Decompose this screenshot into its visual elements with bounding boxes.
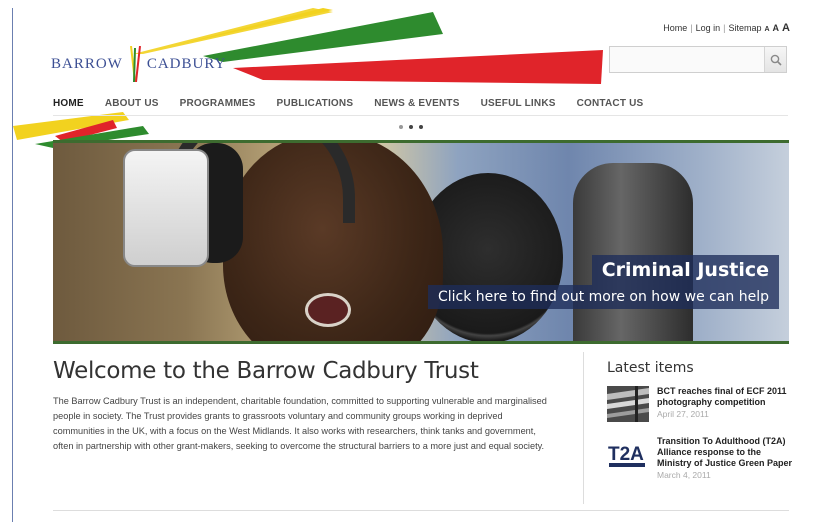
logo-text-left: BARROW	[51, 55, 123, 72]
banner-photo-microphone-stand	[573, 163, 693, 341]
login-link[interactable]: Log in	[696, 23, 721, 33]
search-icon	[770, 54, 782, 66]
latest-items: Latest items BCT reaches final of ECF 20…	[607, 360, 797, 494]
latest-item-title[interactable]: BCT reaches final of ECF 2011 photograph…	[657, 386, 797, 408]
text-size-medium-button[interactable]: A	[773, 23, 780, 33]
separator: |	[690, 23, 693, 33]
slider-pager	[399, 125, 423, 129]
banner-title[interactable]: Criminal Justice	[591, 255, 779, 285]
search-input[interactable]	[610, 47, 764, 72]
utility-links: Home | Log in | Sitemap A A A	[663, 22, 790, 34]
site-logo[interactable]: BARROW CADBURY	[51, 45, 227, 83]
text-size-small-button[interactable]: A	[764, 26, 769, 33]
nav-contact-us[interactable]: CONTACT US	[577, 98, 644, 109]
logo-text-right: CADBURY	[146, 55, 227, 72]
separator: |	[723, 23, 726, 33]
welcome-title: Welcome to the Barrow Cadbury Trust	[53, 358, 479, 384]
nav-programmes[interactable]: PROGRAMMES	[180, 98, 256, 109]
svg-text:T2A: T2A	[608, 444, 644, 465]
latest-item-date: April 27, 2011	[657, 409, 709, 419]
slider-dot[interactable]	[419, 125, 423, 129]
slider-dot-active[interactable]	[409, 125, 413, 129]
t2a-logo-icon[interactable]: T2A	[607, 436, 649, 472]
search-box	[609, 46, 787, 73]
nav-about-us[interactable]: ABOUT US	[105, 98, 159, 109]
latest-heading: Latest items	[607, 360, 694, 376]
column-divider	[583, 352, 584, 504]
hero-banner[interactable]: Criminal Justice Click here to find out …	[53, 140, 789, 344]
green-stripe	[203, 12, 443, 62]
slider-dot[interactable]	[399, 125, 403, 129]
photo-thumbnail-icon[interactable]	[607, 386, 649, 422]
nav-home[interactable]: HOME	[53, 98, 84, 109]
nav-news-events[interactable]: NEWS & EVENTS	[374, 98, 459, 109]
welcome-body: The Barrow Cadbury Trust is an independe…	[53, 396, 547, 451]
banner-photo-headphone	[123, 149, 209, 267]
home-link[interactable]: Home	[663, 23, 687, 33]
sitemap-link[interactable]: Sitemap	[728, 23, 761, 33]
banner-subtitle[interactable]: Click here to find out more on how we ca…	[427, 285, 779, 309]
nav-useful-links[interactable]: USEFUL LINKS	[481, 98, 556, 109]
latest-item-title[interactable]: Transition To Adulthood (T2A) Alliance r…	[657, 436, 797, 469]
red-stripe	[233, 50, 603, 84]
latest-item-date: March 4, 2011	[657, 470, 711, 480]
logo-mark-icon	[127, 45, 143, 83]
text-size-large-button[interactable]: A	[782, 22, 790, 34]
search-button[interactable]	[764, 47, 786, 72]
page-frame: BARROW CADBURY Home | Log in | Sitemap A…	[12, 8, 818, 522]
main-nav: HOME ABOUT US PROGRAMMES PUBLICATIONS NE…	[53, 92, 788, 116]
list-item[interactable]: T2A Transition To Adulthood (T2A) Allian…	[607, 436, 797, 480]
welcome-section: Welcome to the Barrow Cadbury Trust The …	[53, 358, 553, 454]
banner-photo-mouth	[305, 293, 351, 327]
footer-divider	[53, 510, 789, 511]
red-stripe-lower	[55, 120, 117, 142]
nav-publications[interactable]: PUBLICATIONS	[277, 98, 354, 109]
yellow-stripe-lower	[13, 112, 129, 140]
list-item[interactable]: BCT reaches final of ECF 2011 photograph…	[607, 386, 797, 422]
banner-caption[interactable]: Criminal Justice Click here to find out …	[427, 255, 779, 309]
